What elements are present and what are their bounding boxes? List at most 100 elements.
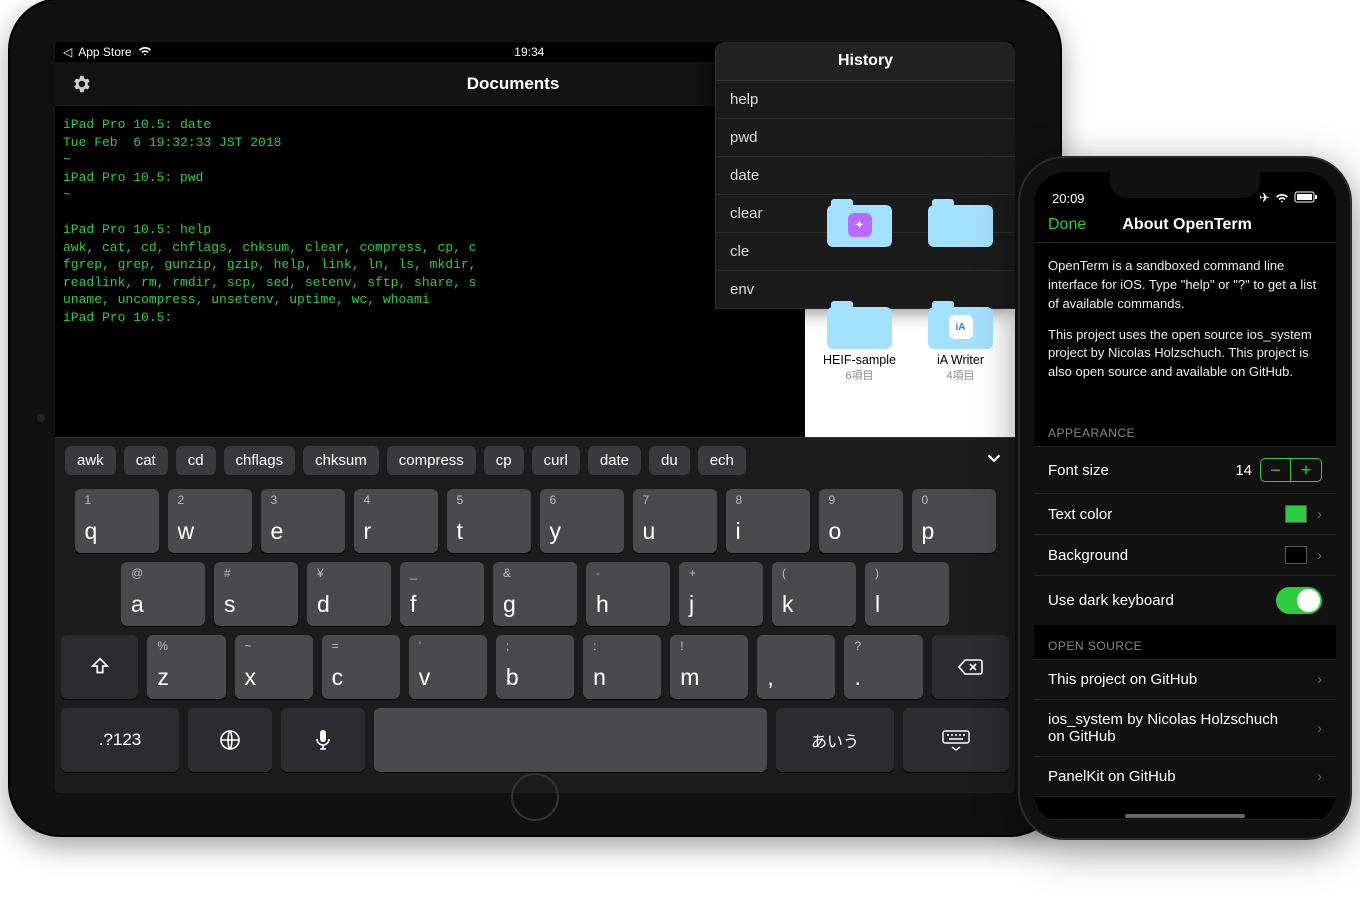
backspace-key[interactable] — [932, 635, 1009, 699]
ipad-home-button[interactable] — [511, 773, 559, 821]
dark-keyboard-toggle[interactable] — [1276, 587, 1322, 614]
keyboard-key[interactable]: ~x — [235, 635, 313, 699]
keyboard-key[interactable]: @a — [121, 562, 205, 626]
chevron-right-icon: › — [1317, 506, 1322, 523]
background-swatch — [1285, 546, 1307, 564]
iphone-home-indicator[interactable] — [1125, 814, 1245, 818]
keyboard-key[interactable]: 5t — [447, 489, 531, 553]
history-item[interactable]: date — [716, 157, 1015, 195]
about-text: OpenTerm is a sandboxed command line int… — [1034, 243, 1336, 412]
chevron-down-icon[interactable] — [983, 447, 1005, 474]
keyboard-key[interactable]: 'v — [409, 635, 487, 699]
keyboard-key[interactable]: 7u — [633, 489, 717, 553]
keyboard-key[interactable]: 1q — [75, 489, 159, 553]
history-panel: History helppwddateclearcleenv — [715, 42, 1015, 309]
battery-icon — [1294, 191, 1318, 206]
background-row[interactable]: Background › — [1034, 534, 1336, 575]
iphone-device: 20:09 ✈ Done About OpenTerm OpenTerm is … — [1020, 158, 1350, 838]
link-label: This project on GitHub — [1048, 671, 1307, 688]
history-item[interactable]: pwd — [716, 119, 1015, 157]
keyboard-key[interactable]: :n — [583, 635, 661, 699]
airplane-mode-icon: ✈ — [1259, 190, 1270, 206]
dark-keyboard-label: Use dark keyboard — [1048, 592, 1174, 609]
ipad-screen: ◁ App Store 19:34 ➤ 47% Documents — [55, 42, 1015, 793]
suggestion-chip[interactable]: chflags — [224, 446, 296, 475]
keyboard-key[interactable]: 9o — [819, 489, 903, 553]
globe-key[interactable] — [188, 708, 272, 772]
folder-icon — [928, 195, 993, 247]
section-header-opensource: OPEN SOURCE — [1034, 625, 1336, 659]
keyboard-key[interactable]: 3e — [261, 489, 345, 553]
review-row[interactable]: Review OpenTerm on the App Store › — [1034, 819, 1336, 824]
terminal-output[interactable]: iPad Pro 10.5: date Tue Feb 6 19:32:33 J… — [55, 106, 805, 437]
space-key[interactable] — [374, 708, 767, 772]
keyboard-key[interactable]: , — [757, 635, 835, 699]
iphone-nav-bar: Done About OpenTerm — [1034, 208, 1336, 243]
font-size-stepper[interactable]: − + — [1260, 458, 1322, 482]
suggestion-chip[interactable]: cat — [124, 446, 168, 475]
opensource-link-row[interactable]: PanelKit on GitHub› — [1034, 756, 1336, 797]
history-item[interactable]: help — [716, 81, 1015, 119]
font-size-row: Font size 14 − + — [1034, 446, 1336, 493]
suggestion-chip[interactable]: cd — [176, 446, 216, 475]
stepper-plus-icon[interactable]: + — [1291, 459, 1321, 481]
ipad-device: ◁ App Store 19:34 ➤ 47% Documents — [10, 0, 1060, 835]
opensource-link-row[interactable]: ios_system by Nicolas Holzschuch on GitH… — [1034, 699, 1336, 756]
suggestion-chip[interactable]: awk — [65, 446, 116, 475]
hide-keyboard-key[interactable] — [903, 708, 1009, 772]
wifi-icon — [138, 45, 152, 59]
keyboard-key[interactable]: =c — [322, 635, 400, 699]
keyboard-key[interactable]: 4r — [354, 489, 438, 553]
section-header-appearance: APPEARANCE — [1034, 412, 1336, 446]
wifi-icon — [1275, 191, 1289, 206]
keyboard-key[interactable]: ;b — [496, 635, 574, 699]
about-para-1: OpenTerm is a sandboxed command line int… — [1048, 257, 1322, 314]
numbers-key[interactable]: .?123 — [61, 708, 179, 772]
suggestion-chip[interactable]: date — [588, 446, 641, 475]
keyboard-key[interactable]: (k — [772, 562, 856, 626]
keyboard-key[interactable]: &g — [493, 562, 577, 626]
suggestion-chip[interactable]: du — [649, 446, 690, 475]
shift-key[interactable] — [61, 635, 138, 699]
suggestion-chip[interactable]: compress — [387, 446, 476, 475]
keyboard-key[interactable]: 8i — [726, 489, 810, 553]
suggestion-chip[interactable]: ech — [698, 446, 746, 475]
iphone-title: About OpenTerm — [1052, 216, 1322, 234]
chevron-right-icon: › — [1317, 720, 1322, 737]
keyboard-key[interactable]: #s — [214, 562, 298, 626]
suggestion-chip[interactable]: curl — [532, 446, 580, 475]
font-size-value: 14 — [1235, 462, 1252, 479]
dark-keyboard-row: Use dark keyboard — [1034, 575, 1336, 625]
settings-gear-icon[interactable] — [67, 70, 95, 98]
keyboard-key[interactable]: 2w — [168, 489, 252, 553]
keyboard-key[interactable]: +j — [679, 562, 763, 626]
dictation-mic-key[interactable] — [281, 708, 365, 772]
ipad-camera — [37, 414, 45, 422]
icloud-folder[interactable]: HEIF-sample 6項目 — [813, 297, 906, 383]
folder-icon: iA — [928, 297, 993, 349]
font-size-label: Font size — [1048, 462, 1109, 479]
keyboard-key[interactable]: ¥d — [307, 562, 391, 626]
kana-key[interactable]: あいう — [776, 708, 894, 772]
suggestion-chip[interactable]: chksum — [303, 446, 379, 475]
back-to-app-icon[interactable]: ◁ — [63, 45, 72, 59]
keyboard-key[interactable]: ?. — [844, 635, 922, 699]
stepper-minus-icon[interactable]: − — [1261, 459, 1291, 481]
keyboard-key[interactable]: 0p — [912, 489, 996, 553]
keyboard-key[interactable]: %z — [147, 635, 225, 699]
back-to-app-label[interactable]: App Store — [78, 45, 131, 59]
keyboard-key[interactable]: _f — [400, 562, 484, 626]
keyboard-key[interactable]: !m — [670, 635, 748, 699]
text-color-row[interactable]: Text color › — [1034, 493, 1336, 534]
opensource-link-row[interactable]: This project on GitHub› — [1034, 659, 1336, 699]
keyboard-key[interactable]: 6y — [540, 489, 624, 553]
text-color-swatch — [1285, 505, 1307, 523]
iphone-screen: 20:09 ✈ Done About OpenTerm OpenTerm is … — [1034, 172, 1336, 824]
history-title: History — [716, 42, 1015, 81]
link-label: PanelKit on GitHub — [1048, 768, 1307, 785]
background-label: Background — [1048, 547, 1128, 564]
keyboard-key[interactable]: -h — [586, 562, 670, 626]
suggestion-chip[interactable]: cp — [484, 446, 524, 475]
keyboard-key[interactable]: )l — [865, 562, 949, 626]
icloud-folder[interactable]: iA iA Writer 4項目 — [914, 297, 1007, 383]
